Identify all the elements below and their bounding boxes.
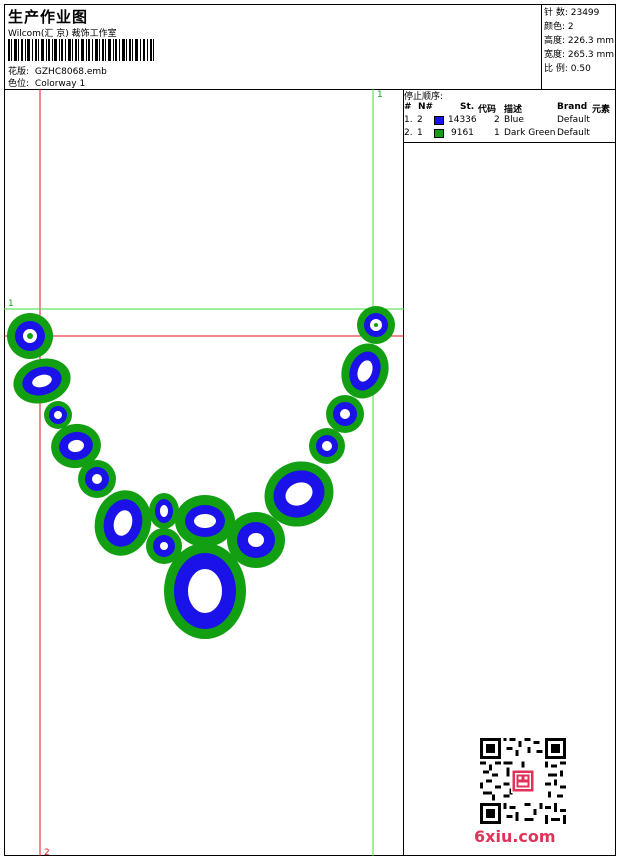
row-num: 2. — [404, 128, 413, 138]
header-num: # — [404, 102, 412, 112]
design-height: 高度: 226.3 mm — [544, 36, 615, 46]
colorway-line: 色位: Colorway 1 — [8, 76, 85, 89]
embroidery-preview: 1 1 2 — [4, 89, 404, 858]
stone — [7, 313, 53, 359]
stone — [164, 543, 246, 639]
stone — [309, 428, 345, 464]
studio-subtitle: Wilcom(汇 京) 裁饰工作室 — [8, 29, 117, 39]
colorway-value: Colorway 1 — [34, 79, 86, 89]
design-scale: 比 例: 0.50 — [544, 64, 591, 74]
stop-sequence-title: 停止顺序: — [404, 92, 444, 102]
row-desc: Blue — [504, 115, 524, 125]
legend-row: 2. 1 9161 1 Dark Green Default — [404, 128, 616, 140]
header-code: 代码 — [478, 105, 497, 115]
necklace-motif — [7, 306, 395, 639]
page-title: 生产作业图 — [8, 8, 89, 26]
header-element: 元素 — [592, 105, 611, 115]
row-brand: Default — [557, 128, 590, 138]
header-panel: 生产作业图 Wilcom(汇 京) 裁饰工作室 花版: GZHC8068.emb… — [4, 4, 616, 90]
row-desc: Dark Green — [504, 128, 556, 138]
row-num: 1. — [404, 115, 413, 125]
colorway-label: 色位: — [8, 79, 30, 89]
color-swatch-green — [434, 129, 444, 138]
row-stitches: 14336 — [448, 115, 477, 125]
stop-sequence-panel: 停止顺序: # N# St. 代码 描述 Brand 元素 1. 2 14336… — [404, 89, 616, 143]
row-needle: 1 — [417, 128, 423, 138]
stone — [44, 401, 72, 429]
legend-header-row: # N# St. 代码 描述 Brand 元素 — [404, 102, 616, 115]
stone — [326, 395, 364, 433]
stitch-count: 针 数: 23499 — [544, 8, 600, 18]
stone — [341, 343, 389, 399]
row-code: 1 — [494, 128, 500, 138]
stone — [175, 495, 235, 547]
row-code: 2 — [494, 115, 500, 125]
row-brand: Default — [557, 115, 590, 125]
stone — [357, 306, 395, 344]
hoop-marker-left: 1 — [8, 299, 14, 309]
header-stitches: St. — [460, 102, 475, 112]
row-needle: 2 — [417, 115, 423, 125]
watermark: 6xiu.com — [474, 827, 556, 846]
hoop-marker-top: 1 — [377, 90, 383, 100]
color-count: 颜色: 2 — [544, 22, 574, 32]
color-swatch-blue — [434, 116, 444, 125]
hoop-marker-bottom: 2 — [44, 848, 50, 856]
stone — [78, 460, 116, 498]
stone — [149, 493, 179, 529]
header-needle: N# — [418, 102, 434, 112]
barcode — [8, 39, 154, 61]
design-width: 宽度: 265.3 mm — [544, 50, 615, 60]
legend-row: 1. 2 14336 2 Blue Default — [404, 115, 616, 127]
design-area: 1 1 2 — [4, 89, 404, 858]
spec-panel: 针 数: 23499 颜色: 2 高度: 226.3 mm 宽度: 265.3 … — [541, 4, 616, 90]
qr-code — [480, 738, 566, 824]
row-stitches: 9161 — [451, 128, 474, 138]
stone — [13, 358, 71, 404]
header-desc: 描述 — [504, 105, 523, 115]
header-brand: Brand — [557, 102, 588, 112]
